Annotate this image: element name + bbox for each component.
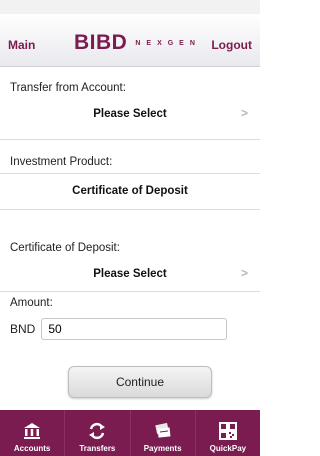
bills-icon (154, 422, 171, 438)
continue-button[interactable]: Continue (68, 366, 212, 398)
tab-transfers[interactable]: Transfers (65, 410, 131, 456)
qr-code-icon (218, 422, 237, 440)
tab-payments[interactable]: Payments (131, 410, 196, 456)
tab-label: Accounts (13, 444, 51, 453)
chevron-right-icon: > (240, 266, 248, 280)
tab-bar: Accounts Transfers Payments QuickPay (0, 410, 260, 456)
divider (0, 209, 260, 210)
tab-accounts[interactable]: Accounts (0, 410, 66, 456)
certificate-label: Certificate of Deposit: (10, 242, 120, 254)
amount-input[interactable] (41, 318, 228, 340)
logout-button[interactable]: Logout (211, 38, 252, 52)
transfer-from-select[interactable]: Please Select > (0, 97, 260, 131)
certificate-value: Please Select (93, 268, 167, 280)
certificate-select[interactable]: Please Select > (0, 257, 260, 291)
transfer-from-value: Please Select (93, 108, 167, 120)
logo-text: BIBD (74, 31, 128, 54)
tab-label: QuickPay (209, 444, 247, 453)
divider (0, 291, 260, 292)
transfer-from-label: Transfer from Account: (10, 82, 126, 94)
currency-label: BND (10, 322, 36, 336)
bank-logo: BIBD NEXGEN (74, 28, 201, 58)
amount-label: Amount: (10, 297, 53, 309)
amount-row: BND (10, 318, 228, 340)
transfer-arrows-icon (89, 422, 106, 440)
tab-label: Transfers (79, 444, 116, 453)
tab-label: Payments (143, 444, 182, 453)
bank-icon (24, 423, 41, 439)
divider (0, 139, 260, 140)
main-button[interactable]: Main (8, 38, 35, 52)
tab-quickpay[interactable]: QuickPay (196, 410, 260, 456)
chevron-right-icon: > (240, 106, 248, 120)
investment-product-label: Investment Product: (10, 156, 113, 168)
status-bar (0, 0, 260, 14)
investment-product-value: Certificate of Deposit (72, 185, 188, 197)
app-header: Main BIBD NEXGEN Logout (0, 14, 260, 67)
logo-subtitle: NEXGEN (135, 39, 201, 47)
